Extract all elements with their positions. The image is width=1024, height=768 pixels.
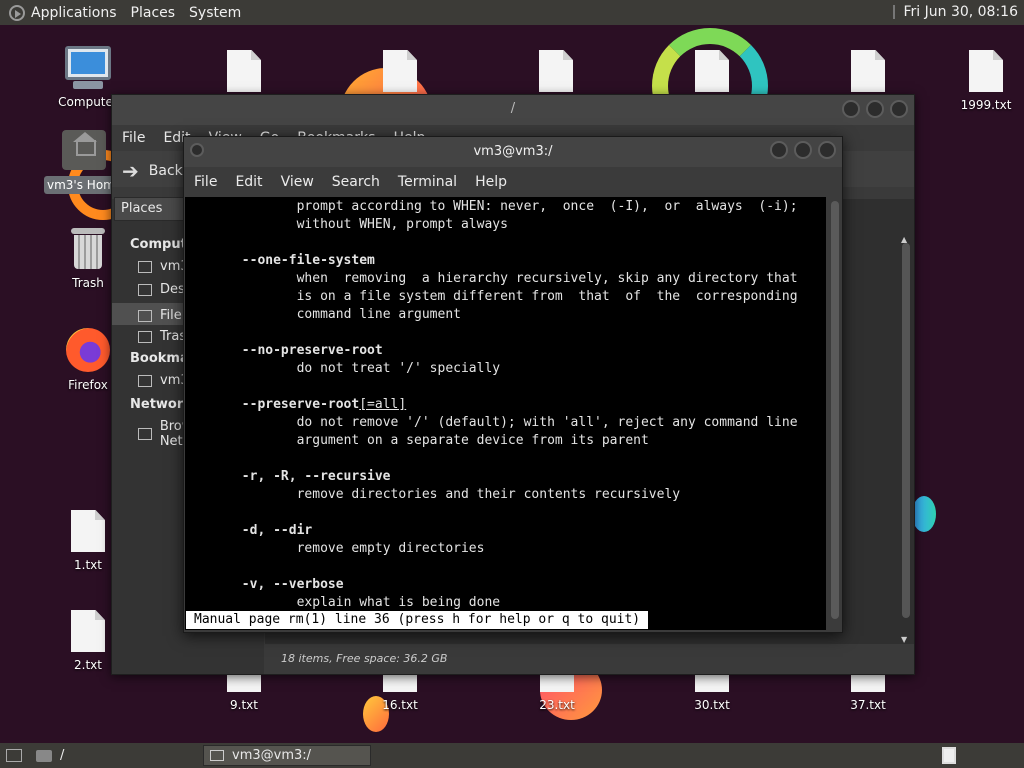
man-text-line: remove empty directories <box>296 541 485 556</box>
home-folder-icon <box>138 374 152 387</box>
drive-icon <box>138 309 152 322</box>
menu-file[interactable]: File <box>122 130 145 146</box>
man-text-line: remove directories and their contents re… <box>296 487 681 502</box>
man-option-line: --no-preserve-root <box>241 343 383 358</box>
minimize-button[interactable] <box>842 100 860 118</box>
desktop-icon-label: 9.txt <box>230 698 258 712</box>
man-option-line: -d, --dir <box>241 523 313 538</box>
text-file-icon <box>969 50 1003 92</box>
man-text-line: command line argument <box>296 307 461 322</box>
desktop-icon-label: 1999.txt <box>960 98 1012 112</box>
text-file-icon <box>227 50 261 92</box>
menu-terminal[interactable]: Terminal <box>398 174 457 190</box>
terminal-window: vm3@vm3:/ File Edit View Search Terminal… <box>183 136 843 633</box>
system-menu[interactable]: System <box>189 5 241 21</box>
maximize-button[interactable] <box>866 100 884 118</box>
desktop-icon-label: 16.txt <box>382 698 418 712</box>
man-text-line: do not treat '/' specially <box>296 361 501 376</box>
terminal-menubar: File Edit View Search Terminal Help <box>184 167 842 196</box>
current-path[interactable]: / <box>60 748 64 763</box>
back-label: Back <box>148 163 183 179</box>
top-panel: Applications Places System Fri Jun 30, 0… <box>0 0 1024 25</box>
text-file-icon <box>71 510 105 552</box>
text-file-icon <box>695 50 729 92</box>
status-bar: 18 items, Free space: 36.2 GB <box>265 644 914 674</box>
file-view-scrollbar[interactable]: ▲ ▼ <box>901 235 911 644</box>
text-file-icon <box>539 50 573 92</box>
maximize-button[interactable] <box>794 141 812 159</box>
man-option-line: -r, -R, --recursive <box>241 469 391 484</box>
back-arrow-icon: ➔ <box>122 159 139 183</box>
desktop-icon-file[interactable]: 1999.txt <box>946 50 1024 112</box>
home-folder-icon <box>62 130 106 170</box>
desktop-icon-file-partial[interactable] <box>360 50 440 92</box>
sidebar-item-home[interactable]: vm3 <box>138 259 189 274</box>
terminal-scrollbar[interactable] <box>828 197 842 630</box>
menu-file[interactable]: File <box>194 174 217 190</box>
scrollbar-thumb[interactable] <box>831 201 839 619</box>
text-file-icon <box>383 50 417 92</box>
panel-separator <box>893 5 896 19</box>
folder-icon[interactable] <box>36 749 52 762</box>
file-manager-titlebar[interactable]: / <box>112 95 914 125</box>
sidebar-item-bookmark[interactable]: vm3 <box>138 373 189 388</box>
minimize-button[interactable] <box>770 141 788 159</box>
man-option-line: --preserve-root[=all] <box>241 397 407 412</box>
man-text-line: without WHEN, prompt always <box>296 217 508 232</box>
close-button[interactable] <box>818 141 836 159</box>
desktop-icon-file-partial[interactable] <box>516 50 596 92</box>
trash-icon <box>71 228 105 270</box>
menu-edit[interactable]: Edit <box>235 174 262 190</box>
wallpaper-teal-shape <box>912 496 936 532</box>
desktop-icon-file-partial[interactable] <box>828 50 908 92</box>
menu-view[interactable]: View <box>281 174 314 190</box>
man-text-line: prompt according to WHEN: never, once (-… <box>296 199 798 214</box>
desktop-icon-label: 30.txt <box>694 698 730 712</box>
man-option-line: --one-file-system <box>241 253 375 268</box>
man-text-line: is on a file system different from that … <box>296 289 798 304</box>
desktop-folder-icon <box>138 283 152 296</box>
desktop-icon-label: 37.txt <box>850 698 886 712</box>
man-text-line: do not remove '/' (default); with 'all',… <box>296 415 798 430</box>
scroll-down-icon[interactable]: ▼ <box>901 635 907 644</box>
window-title: vm3@vm3:/ <box>473 144 553 159</box>
menu-help[interactable]: Help <box>475 174 507 190</box>
clock-text: Fri Jun 30, 08:16 <box>903 4 1018 20</box>
network-icon <box>138 428 152 440</box>
menu-search[interactable]: Search <box>332 174 380 190</box>
terminal-screen[interactable]: explain what is being done -v, --verbose r… <box>185 197 826 630</box>
close-button[interactable] <box>890 100 908 118</box>
taskbar-terminal-button[interactable]: vm3@vm3:/ <box>203 745 371 766</box>
window-title: / <box>510 101 516 116</box>
home-folder-icon <box>138 260 152 273</box>
man-option-line: -v, --verbose <box>241 577 344 592</box>
applications-menu[interactable]: Applications <box>31 5 117 21</box>
text-file-icon <box>71 610 105 652</box>
man-text-line: explain what is being done <box>296 595 501 610</box>
desktop-icon-file-partial[interactable] <box>672 50 752 92</box>
pager-status-line: Manual page rm(1) line 36 (press h for h… <box>186 611 649 629</box>
bottom-panel: / vm3@vm3:/ <box>0 743 1024 768</box>
clock[interactable]: Fri Jun 30, 08:16 <box>893 4 1018 20</box>
firefox-icon <box>66 328 110 372</box>
terminal-titlebar[interactable]: vm3@vm3:/ <box>184 137 842 167</box>
show-desktop-icon[interactable] <box>6 749 22 762</box>
taskbar-label: vm3@vm3:/ <box>232 748 312 763</box>
menu-logo-icon[interactable] <box>9 4 25 21</box>
man-text-line: when removing a hierarchy recursively, s… <box>296 271 798 286</box>
computer-icon <box>65 46 111 80</box>
places-menu[interactable]: Places <box>131 5 176 21</box>
text-file-icon <box>851 50 885 92</box>
man-text-line: argument on a separate device from its p… <box>296 433 649 448</box>
desktop-icon-label: 23.txt <box>539 698 575 712</box>
desktop-icon-file-partial[interactable] <box>204 50 284 92</box>
scrollbar-thumb[interactable] <box>902 243 910 618</box>
terminal-icon <box>210 750 224 761</box>
back-button[interactable]: ➔ Back <box>122 159 183 183</box>
workspace-switcher-icon[interactable] <box>942 747 956 764</box>
trash-icon <box>138 330 152 343</box>
